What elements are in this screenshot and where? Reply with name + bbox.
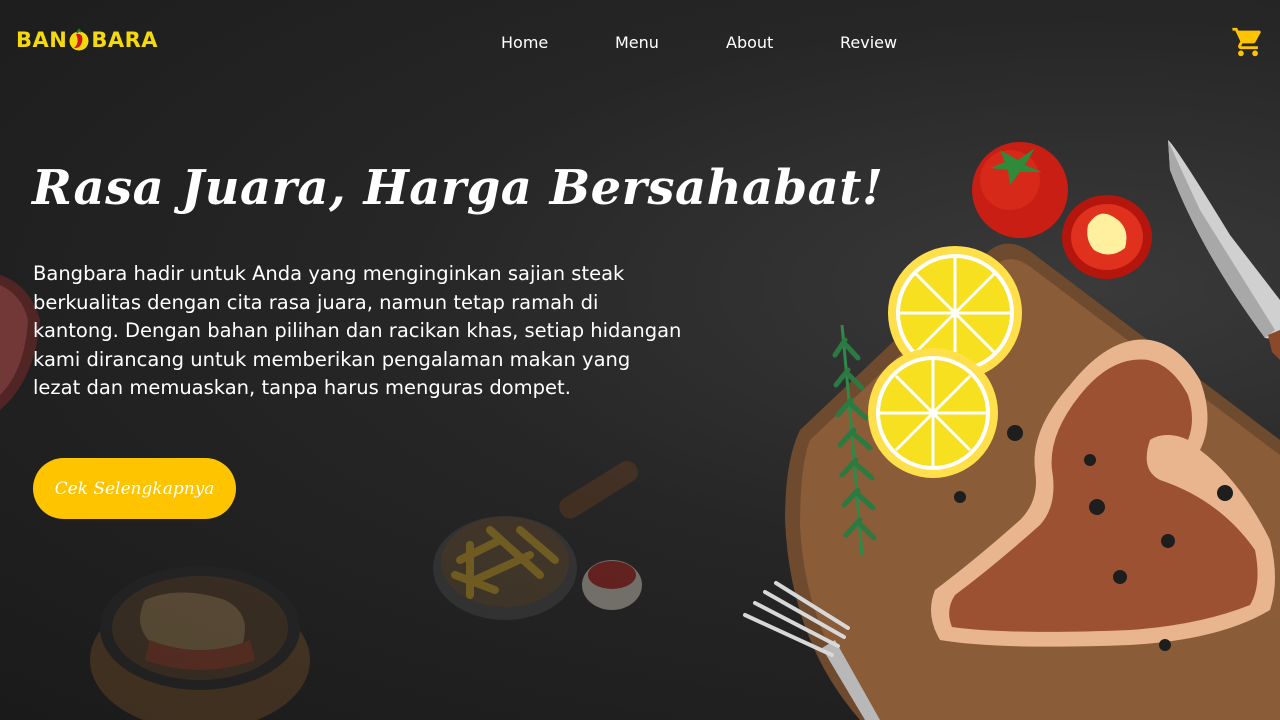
main-nav: Home Menu About Review: [0, 33, 1280, 57]
nav-item-about[interactable]: About: [726, 33, 773, 52]
cutting-board-illustration: [785, 243, 1280, 720]
fork-illustration: [743, 581, 880, 720]
hero-headline: Rasa Juara, Harga Bersahabat!: [32, 160, 884, 216]
nav-item-home[interactable]: Home: [501, 33, 548, 52]
cek-selengkapnya-button[interactable]: Cek Selengkapnya: [33, 458, 236, 519]
lemon-slices-illustration: [868, 246, 1022, 478]
site-header: BAN BARA Home Menu About Review: [0, 0, 1280, 88]
nav-item-menu[interactable]: Menu: [615, 33, 659, 52]
tomato-slice-illustration: [1062, 195, 1152, 279]
sizzling-plate-illustration: [90, 566, 310, 720]
peppercorns-illustration: [954, 425, 1233, 651]
steak-illustration: [931, 339, 1275, 647]
rosemary-illustration: [832, 324, 877, 556]
nav-item-review[interactable]: Review: [840, 33, 897, 52]
fries-pan-illustration: [433, 460, 642, 620]
tomato-illustration: [972, 142, 1068, 238]
shopping-cart-icon[interactable]: [1230, 25, 1266, 59]
hero-description: Bangbara hadir untuk Anda yang mengingin…: [33, 262, 682, 399]
knife-illustration: [1168, 140, 1280, 360]
